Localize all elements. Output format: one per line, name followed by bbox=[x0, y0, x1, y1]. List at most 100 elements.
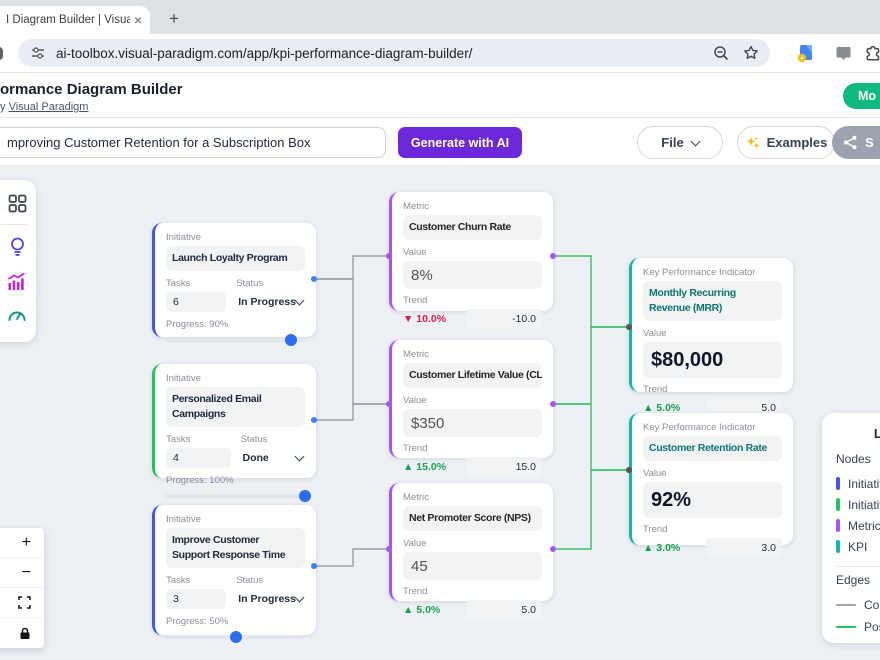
kpi-title-input[interactable]: Customer Retention Rate bbox=[643, 436, 782, 461]
source-handle[interactable] bbox=[311, 417, 317, 423]
tasks-label: Tasks bbox=[166, 278, 226, 289]
target-handle[interactable] bbox=[386, 401, 392, 407]
status-value: Done bbox=[243, 452, 269, 464]
trend-value-input[interactable]: 3.0 bbox=[706, 538, 782, 558]
tab-close-icon[interactable]: × bbox=[134, 13, 142, 27]
diagram-canvas[interactable]: + − Initiative Launch Loyalty Program Ta… bbox=[0, 166, 880, 660]
app-header: ormance Diagram Builder y Visual Paradig… bbox=[0, 74, 880, 118]
zoom-out-page-icon[interactable] bbox=[712, 44, 730, 62]
extension-marker-icon[interactable] bbox=[833, 43, 853, 63]
progress-slider[interactable] bbox=[166, 338, 305, 342]
browser-tab[interactable]: I Diagram Builder | Visuali × bbox=[0, 6, 150, 34]
byline: y Visual Paradigm bbox=[0, 101, 88, 113]
source-handle[interactable] bbox=[311, 563, 317, 569]
progress-slider[interactable] bbox=[166, 494, 305, 498]
tasks-input[interactable]: 6 bbox=[166, 292, 226, 312]
trend-value-input[interactable]: 5.0 bbox=[466, 600, 542, 620]
lock-icon bbox=[19, 627, 31, 640]
initiative-node-loyalty[interactable]: Initiative Launch Loyalty Program Tasks … bbox=[152, 223, 316, 337]
generate-with-ai-button[interactable]: Generate with AI bbox=[398, 127, 522, 158]
value-label: Value bbox=[403, 395, 542, 406]
file-menu-button[interactable]: File bbox=[637, 126, 723, 159]
more-button[interactable]: Mo bbox=[843, 83, 880, 109]
initiative-node-email[interactable]: Initiative Personalized Email Campaigns … bbox=[152, 364, 316, 478]
bookmark-star-icon[interactable] bbox=[742, 44, 760, 62]
trend-label: Trend bbox=[403, 586, 542, 597]
metric-value-input[interactable]: 8% bbox=[403, 261, 542, 289]
metric-node-churn[interactable]: Metric Customer Churn Rate Value 8% Tren… bbox=[389, 192, 553, 311]
kpi-node-retention[interactable]: Key Performance Indicator Customer Reten… bbox=[629, 413, 793, 545]
metric-title-input[interactable]: Customer Churn Rate bbox=[403, 215, 542, 240]
status-select[interactable]: In Progress bbox=[236, 292, 305, 312]
initiative-node-support[interactable]: Initiative Improve Customer Support Resp… bbox=[152, 505, 316, 635]
lock-button[interactable] bbox=[0, 618, 44, 648]
target-handle[interactable] bbox=[626, 467, 632, 473]
metric-node-clv[interactable]: Metric Customer Lifetime Value (CLV) Val… bbox=[389, 340, 553, 458]
legend-divider bbox=[836, 566, 880, 567]
initiative-lightbulb-icon[interactable] bbox=[8, 236, 27, 257]
visual-paradigm-link[interactable]: Visual Paradigm bbox=[9, 101, 89, 113]
share-button[interactable]: S bbox=[832, 126, 880, 159]
url-field[interactable]: ai-toolbox.visual-paradigm.com/app/kpi-p… bbox=[18, 39, 770, 67]
zoom-out-button[interactable]: − bbox=[0, 558, 44, 588]
metric-value-input[interactable]: $350 bbox=[403, 409, 542, 437]
legend-item-label: Initiative bbox=[848, 477, 880, 491]
examples-label: Examples bbox=[767, 135, 828, 150]
fit-view-icon bbox=[18, 596, 31, 609]
legend-color-bar bbox=[836, 540, 840, 553]
legend-line-sample bbox=[836, 604, 856, 606]
slider-thumb[interactable] bbox=[230, 631, 242, 643]
value-label: Value bbox=[403, 538, 542, 549]
legend-color-bar bbox=[836, 498, 840, 511]
node-type-label: Initiative bbox=[166, 514, 305, 525]
examples-button[interactable]: Examples bbox=[737, 126, 835, 159]
kpi-title-input[interactable]: Monthly Recurring Revenue (MRR) bbox=[643, 281, 782, 321]
metric-value-input[interactable]: 45 bbox=[403, 552, 542, 580]
kpi-node-mrr[interactable]: Key Performance Indicator Monthly Recurr… bbox=[629, 258, 793, 392]
kpi-value-input[interactable]: $80,000 bbox=[643, 342, 782, 378]
initiative-title-input[interactable]: Improve Customer Support Response Time bbox=[166, 528, 305, 568]
trend-percent: ▲ 3.0% bbox=[643, 542, 680, 554]
target-handle[interactable] bbox=[626, 324, 632, 330]
initiative-title-input[interactable]: Personalized Email Campaigns bbox=[166, 387, 305, 427]
metric-title-input[interactable]: Net Promoter Score (NPS) bbox=[403, 506, 542, 531]
positive-edges bbox=[553, 256, 629, 549]
share-icon bbox=[843, 135, 858, 150]
metric-node-nps[interactable]: Metric Net Promoter Score (NPS) Value 45… bbox=[389, 483, 553, 601]
legend-panel: Legend Nodes Initiative Initiative Metri… bbox=[822, 413, 880, 643]
trend-value-input[interactable]: -10.0 bbox=[466, 309, 542, 329]
tasks-input[interactable]: 3 bbox=[166, 589, 226, 609]
source-handle[interactable] bbox=[550, 546, 556, 552]
source-handle[interactable] bbox=[550, 401, 556, 407]
extension-doc-icon[interactable] bbox=[795, 43, 815, 63]
source-handle[interactable] bbox=[311, 276, 317, 282]
source-handle[interactable] bbox=[550, 253, 556, 259]
site-settings-icon[interactable] bbox=[30, 45, 46, 61]
zoom-in-button[interactable]: + bbox=[0, 528, 44, 558]
progress-slider[interactable] bbox=[166, 635, 305, 639]
trend-value-input[interactable]: 15.0 bbox=[466, 457, 542, 477]
fit-view-button[interactable] bbox=[0, 588, 44, 618]
extensions-puzzle-icon[interactable] bbox=[862, 43, 880, 63]
status-select[interactable]: Done bbox=[241, 448, 306, 468]
shapes-grid-icon[interactable] bbox=[8, 194, 27, 213]
status-select[interactable]: In Progress bbox=[236, 589, 305, 609]
connection-edges bbox=[316, 256, 389, 566]
legend-color-bar bbox=[836, 477, 840, 490]
shape-palette bbox=[0, 180, 36, 342]
byline-prefix: y bbox=[0, 101, 9, 113]
tasks-input[interactable]: 4 bbox=[166, 448, 231, 468]
target-handle[interactable] bbox=[386, 253, 392, 259]
legend-item-label: Metric bbox=[848, 519, 880, 533]
target-handle[interactable] bbox=[386, 546, 392, 552]
metric-title-input[interactable]: Customer Lifetime Value (CLV) bbox=[403, 363, 542, 388]
prompt-input[interactable] bbox=[0, 127, 386, 158]
legend-item-label: Initiative bbox=[848, 498, 880, 512]
metric-chart-icon[interactable] bbox=[7, 272, 27, 291]
legend-line-sample bbox=[836, 626, 856, 628]
new-tab-button[interactable]: + bbox=[162, 7, 186, 31]
legend-item-label: Conn bbox=[864, 598, 880, 612]
kpi-gauge-icon[interactable] bbox=[7, 306, 27, 325]
initiative-title-input[interactable]: Launch Loyalty Program bbox=[166, 246, 305, 271]
kpi-value-input[interactable]: 92% bbox=[643, 482, 782, 518]
